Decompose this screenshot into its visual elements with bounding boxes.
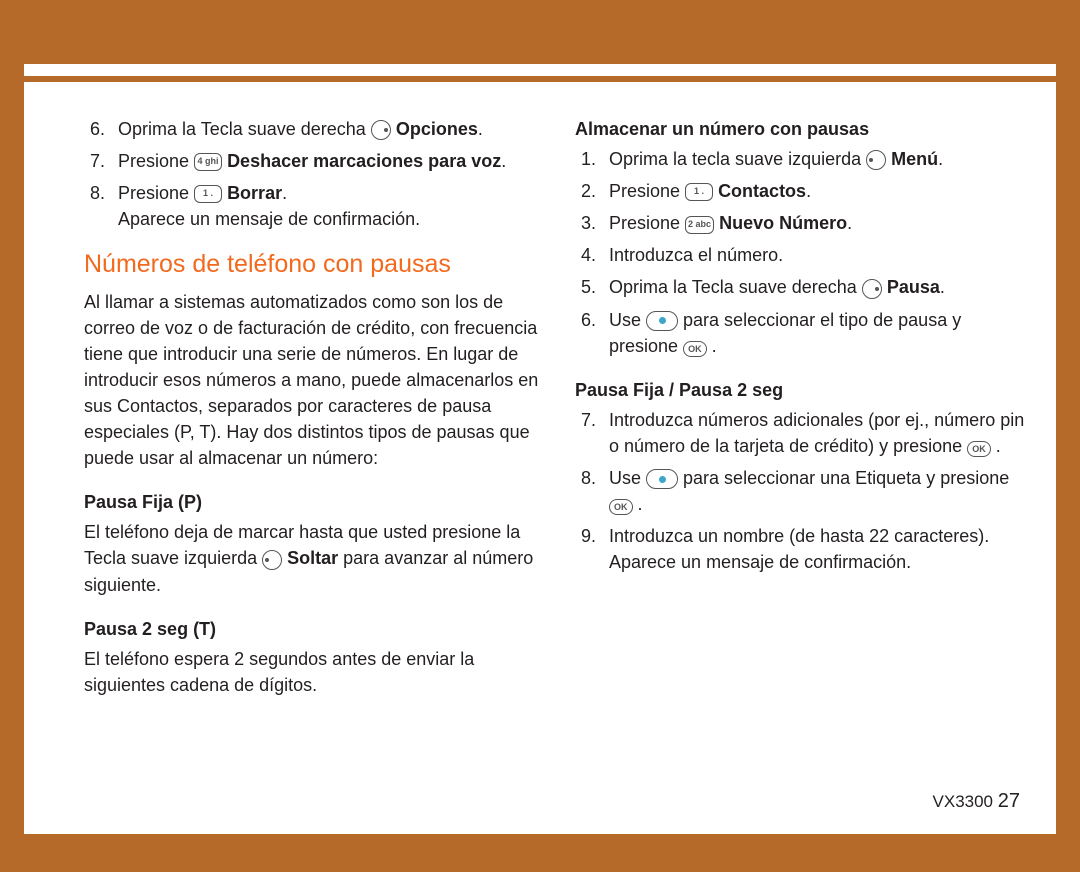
step-text: Presione [118, 151, 194, 171]
text: Presione [609, 213, 685, 233]
left-column: Oprima la Tecla suave derecha Opciones. … [84, 116, 541, 710]
pausa-fija-body: El teléfono deja de marcar hasta que ust… [84, 519, 541, 597]
pausa-fija-heading: Pausa Fija (P) [84, 489, 541, 515]
text: Oprima la Tecla suave derecha [609, 277, 862, 297]
text: Use [609, 468, 646, 488]
softkey-right-icon [862, 279, 882, 299]
step-8: Presione 1 . Borrar. Aparece un mensaje … [110, 180, 541, 232]
steps-list-left: Oprima la Tecla suave derecha Opciones. … [84, 116, 541, 232]
text: Use [609, 310, 646, 330]
nav-circle-icon [646, 311, 678, 331]
step-8: Use para seleccionar una Etiqueta y pres… [601, 465, 1032, 517]
pause-types-heading: Pausa Fija / Pausa 2 seg [575, 377, 1032, 403]
step-4: Introduzca el número. [601, 242, 1032, 268]
step-6: Use para seleccionar el tipo de pausa y … [601, 307, 1032, 359]
softkey-left-icon [866, 150, 886, 170]
keypad-1-icon: 1 . [194, 185, 222, 203]
softkey-left-icon [262, 550, 282, 570]
ok-key-icon: OK [967, 441, 991, 457]
manual-page: Oprima la Tecla suave derecha Opciones. … [24, 64, 1056, 834]
bold: Nuevo Número [719, 213, 847, 233]
step-3: Presione 2 abc Nuevo Número. [601, 210, 1032, 236]
keypad-2-icon: 2 abc [685, 216, 714, 234]
keypad-1-icon: 1 . [685, 183, 713, 201]
bold: Contactos [718, 181, 806, 201]
ok-key-icon: OK [609, 499, 633, 515]
step-note: Aparece un mensaje de confirmación. [118, 206, 541, 232]
text: Oprima la tecla suave izquierda [609, 149, 866, 169]
step-1: Oprima la tecla suave izquierda Menú. [601, 146, 1032, 172]
bold: Menú [891, 149, 938, 169]
bold-word: Soltar [287, 548, 338, 568]
pausa-2-body: El teléfono espera 2 segundos antes de e… [84, 646, 541, 698]
ok-key-icon: OK [683, 341, 707, 357]
step-bold: Borrar [227, 183, 282, 203]
steps-list-right-a: Oprima la tecla suave izquierda Menú. Pr… [575, 146, 1032, 359]
step-6: Oprima la Tecla suave derecha Opciones. [110, 116, 541, 142]
section-heading: Números de teléfono con pausas [84, 246, 541, 282]
step-5: Oprima la Tecla suave derecha Pausa. [601, 274, 1032, 300]
bold: Pausa [887, 277, 940, 297]
page-footer: VX3300 27 [933, 787, 1020, 816]
page-number: 27 [998, 790, 1020, 812]
steps-list-right-b: Introduzca números adicionales (por ej.,… [575, 407, 1032, 576]
step-2: Presione 1 . Contactos. [601, 178, 1032, 204]
decorative-stripe [24, 76, 1056, 82]
step-7: Presione 4 ghi Deshacer marcaciones para… [110, 148, 541, 174]
right-column: Almacenar un número con pausas Oprima la… [575, 116, 1032, 710]
model-label: VX3300 [933, 792, 994, 811]
text: Presione [609, 181, 685, 201]
text: Introduzca números adicionales (por ej.,… [609, 410, 1024, 456]
keypad-4-icon: 4 ghi [194, 153, 222, 171]
store-number-heading: Almacenar un número con pausas [575, 116, 1032, 142]
step-bold: Opciones [396, 119, 478, 139]
intro-paragraph: Al llamar a sistemas automatizados como … [84, 289, 541, 472]
step-text: Presione [118, 183, 194, 203]
step-text: Oprima la Tecla suave derecha [118, 119, 371, 139]
step-7: Introduzca números adicionales (por ej.,… [601, 407, 1032, 459]
nav-circle-icon [646, 469, 678, 489]
step-9: Introduzca un nombre (de hasta 22 caract… [601, 523, 1032, 575]
pausa-2-heading: Pausa 2 seg (T) [84, 616, 541, 642]
step-bold: Deshacer marcaciones para voz [227, 151, 501, 171]
text: para seleccionar una Etiqueta y presione [683, 468, 1009, 488]
content-columns: Oprima la Tecla suave derecha Opciones. … [84, 100, 1032, 710]
softkey-right-icon [371, 120, 391, 140]
